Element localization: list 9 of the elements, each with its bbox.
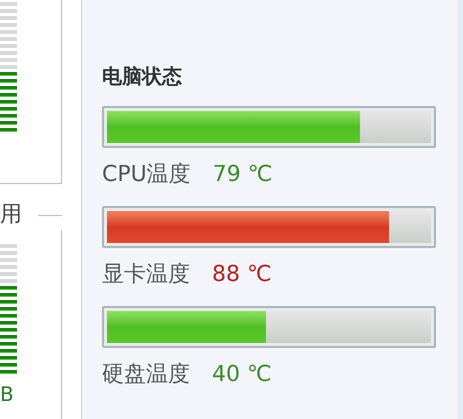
sensor-reading: 79 ℃ [212, 161, 272, 189]
group-caption: B [0, 384, 15, 404]
sensor-label: 显卡温度 [102, 261, 190, 289]
group-title: 用 [0, 204, 22, 226]
sensor-reading: 40 ℃ [212, 361, 272, 389]
section-heading: 电脑状态 [102, 66, 183, 86]
sensor-reading: 88 ℃ [212, 261, 272, 289]
sensor-label: 硬盘温度 [102, 361, 190, 389]
sensor-label: CPU温度 [102, 161, 191, 189]
